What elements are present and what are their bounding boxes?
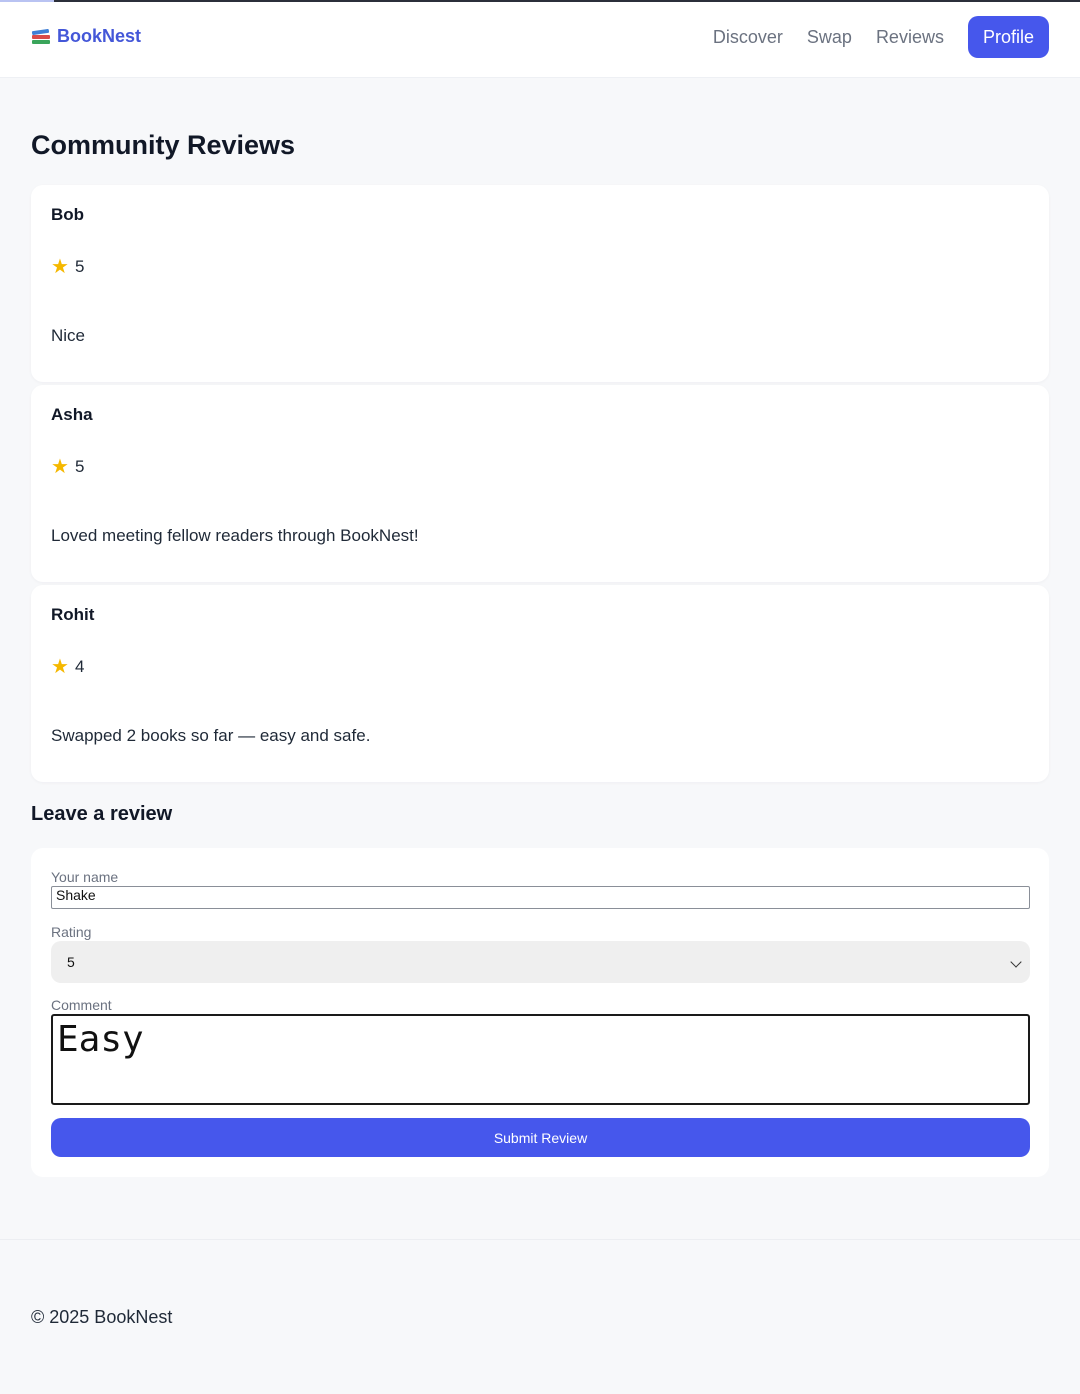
review-rating: ★ 5 [51,457,84,477]
comment-textarea[interactable]: Easy [51,1014,1030,1105]
main-nav: Discover Swap Reviews Profile [713,16,1049,58]
review-rating: ★ 4 [51,657,84,677]
review-card: Asha ★ 5 Loved meeting fellow readers th… [31,385,1049,582]
review-comment: Loved meeting fellow readers through Boo… [51,526,419,545]
nav-reviews[interactable]: Reviews [876,16,944,58]
reviewer-name: Rohit [51,605,95,624]
star-icon: ★ [51,256,69,278]
name-label: Your name [51,869,119,885]
nav-swap[interactable]: Swap [807,16,852,58]
rating-select[interactable]: 5 [51,941,1030,983]
submit-review-button[interactable]: Submit Review [51,1118,1030,1157]
star-icon: ★ [51,656,69,678]
comment-label: Comment [51,997,112,1013]
review-form: Your name Shake Rating 5 Comment Easy Su… [31,848,1049,1177]
page-title: Community Reviews [31,130,296,160]
rating-select-value: 5 [67,954,75,970]
profile-button[interactable]: Profile [967,16,1049,58]
books-icon [31,27,51,47]
site-footer: © 2025 BookNest [31,1307,173,1327]
leave-review-title: Leave a review [31,803,173,825]
brand-name: BookNest [57,26,142,46]
review-card: Rohit ★ 4 Swapped 2 books so far — easy … [31,585,1049,782]
brand-logo[interactable]: BookNest [31,26,141,47]
footer-divider [0,1239,1080,1240]
chevron-down-icon [1010,956,1022,968]
star-icon: ★ [51,456,69,478]
site-header: BookNest Discover Swap Reviews Profile [0,2,1080,78]
review-comment: Swapped 2 books so far — easy and safe. [51,726,371,745]
rating-value: 5 [74,257,85,276]
review-rating: ★ 5 [51,257,84,277]
name-input[interactable]: Shake [51,886,1030,909]
rating-value: 4 [74,657,85,676]
rating-value: 5 [74,457,85,476]
nav-discover[interactable]: Discover [713,16,783,58]
reviewer-name: Bob [51,205,85,224]
reviewer-name: Asha [51,405,93,424]
review-comment: Nice [51,326,86,345]
review-card: Bob ★ 5 Nice [31,185,1049,382]
rating-label: Rating [51,924,92,940]
